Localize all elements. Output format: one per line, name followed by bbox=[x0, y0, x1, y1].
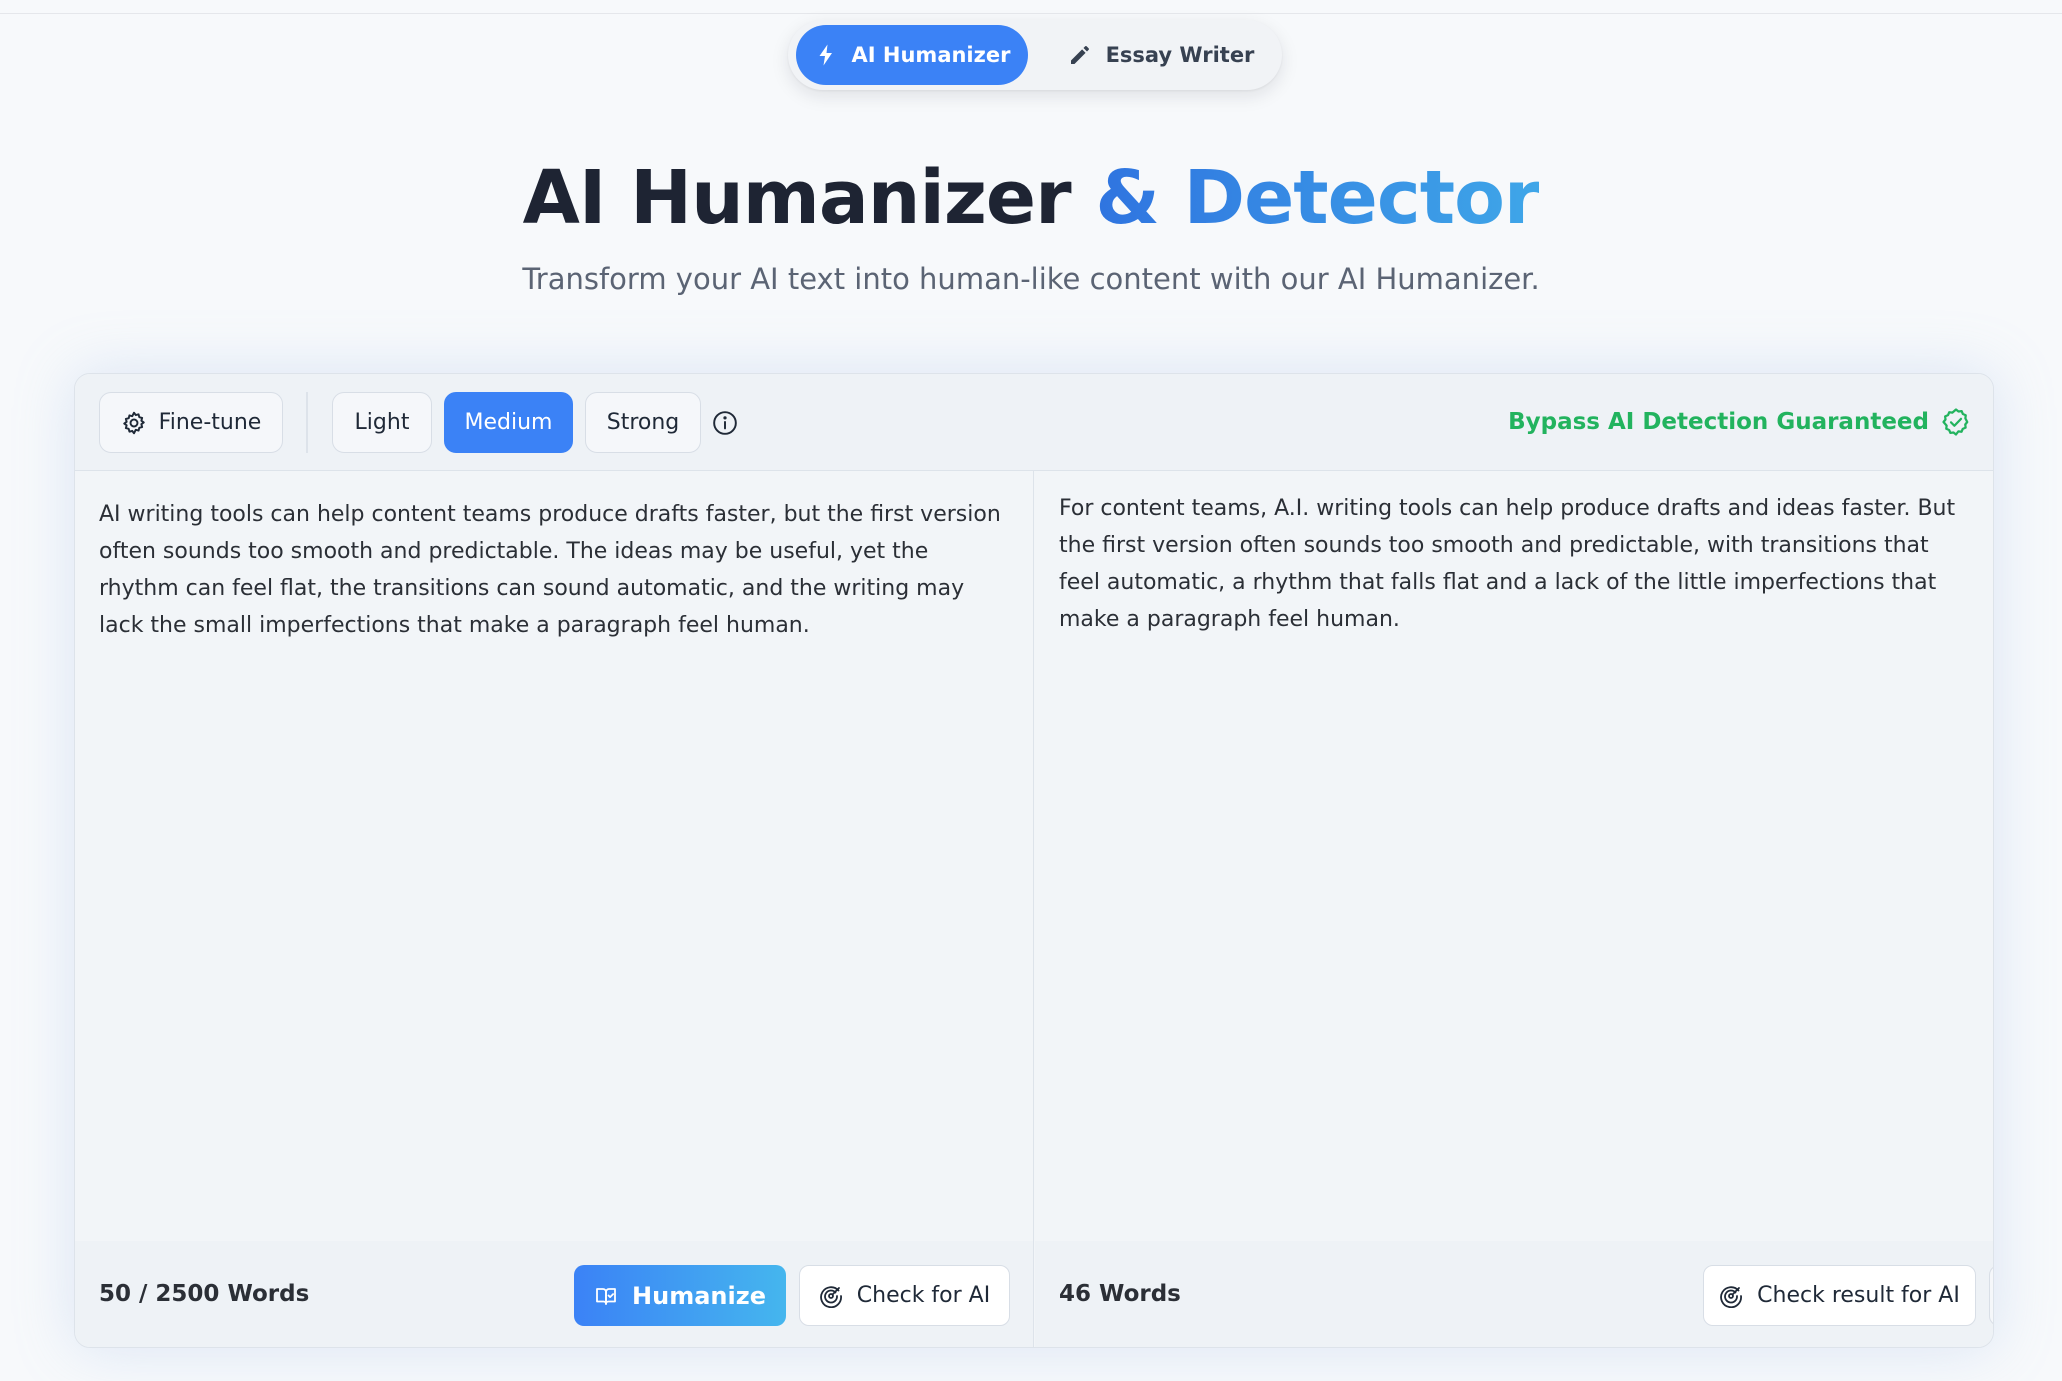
check-circle-icon bbox=[1942, 408, 1969, 436]
copy-button[interactable] bbox=[1989, 1265, 1993, 1326]
bypass-label: Bypass AI Detection Guaranteed bbox=[1508, 409, 1929, 435]
fine-tune-label: Fine-tune bbox=[158, 410, 262, 435]
input-word-count: 50 / 2500 Words bbox=[99, 1281, 310, 1307]
output-text: For content teams, A.I. writing tools ca… bbox=[1059, 496, 1956, 632]
humanize-button[interactable]: Humanize bbox=[574, 1265, 786, 1326]
pencil-icon bbox=[1070, 46, 1089, 64]
mode-switcher: AI Humanizer Essay Writer bbox=[788, 20, 1282, 90]
title-main: AI Humanizer bbox=[522, 155, 1072, 241]
bypass-guarantee-badge: Bypass AI Detection Guaranteed bbox=[1508, 404, 1971, 440]
ai-humanizer-tab[interactable]: AI Humanizer bbox=[796, 25, 1028, 85]
humanize-label: Humanize bbox=[632, 1281, 766, 1310]
title-accent: & Detector bbox=[1095, 155, 1540, 241]
gear-icon bbox=[122, 411, 145, 434]
check-result-label: Check result for AI bbox=[1757, 1283, 1960, 1308]
book-check-icon bbox=[596, 1287, 616, 1305]
input-pane[interactable]: AI writing tools can help content teams … bbox=[75, 471, 1034, 1347]
fine-tune-button[interactable]: Fine-tune bbox=[99, 392, 283, 453]
page-title: AI Humanizer & Detector bbox=[0, 155, 2062, 241]
level-strong-button[interactable]: Strong bbox=[585, 392, 701, 453]
level-medium-button[interactable]: Medium bbox=[444, 392, 573, 453]
input-text[interactable]: AI writing tools can help content teams … bbox=[99, 496, 1009, 644]
level-light-button[interactable]: Light bbox=[332, 392, 432, 453]
humanizer-card: Fine-tune Light Medium Strong Bypass AI … bbox=[74, 373, 1994, 1348]
page-subtitle: Transform your AI text into human-like c… bbox=[522, 262, 1540, 296]
radar-icon bbox=[1720, 1285, 1743, 1308]
check-for-ai-label: Check for AI bbox=[856, 1283, 991, 1308]
lightning-icon bbox=[819, 44, 832, 66]
check-for-ai-button[interactable]: Check for AI bbox=[799, 1265, 1010, 1326]
toolbar: Fine-tune Light Medium Strong Bypass AI … bbox=[75, 374, 1993, 471]
ai-humanizer-tab-label: AI Humanizer bbox=[851, 43, 1011, 67]
toolbar-divider bbox=[306, 392, 308, 453]
input-footer: 50 / 2500 Words Humanize Check for AI bbox=[75, 1241, 1033, 1347]
output-pane: For content teams, A.I. writing tools ca… bbox=[1035, 471, 1993, 1347]
info-icon[interactable] bbox=[712, 410, 738, 436]
output-word-count: 46 Words bbox=[1059, 1281, 1181, 1307]
top-divider bbox=[0, 13, 2062, 14]
essay-writer-tab[interactable]: Essay Writer bbox=[1062, 25, 1260, 85]
radar-icon bbox=[819, 1285, 842, 1308]
check-result-for-ai-button[interactable]: Check result for AI bbox=[1703, 1265, 1976, 1326]
essay-writer-tab-label: Essay Writer bbox=[1105, 43, 1255, 67]
output-footer: 46 Words Check result for AI bbox=[1035, 1241, 1993, 1347]
